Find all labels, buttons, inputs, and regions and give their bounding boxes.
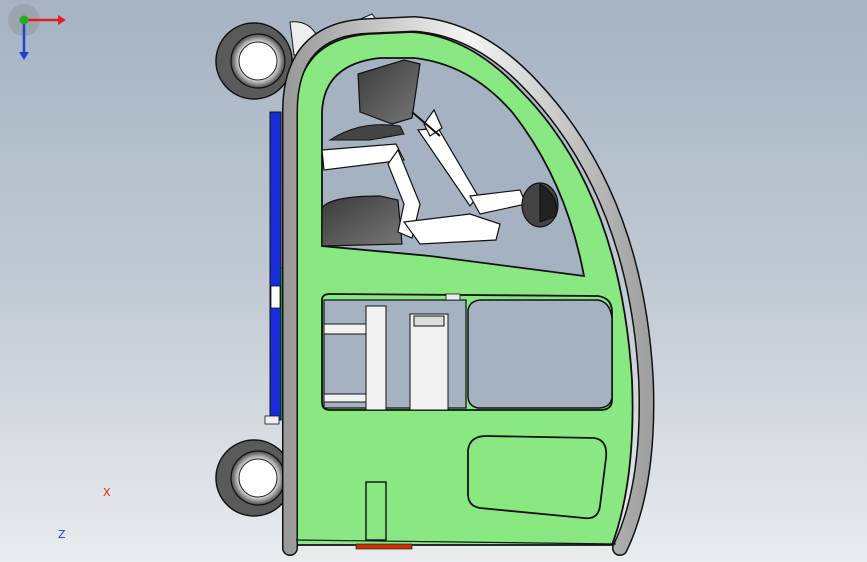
bumper-mount [264, 415, 280, 425]
seat-cushion [321, 195, 403, 247]
rear-wheel [215, 439, 293, 517]
door-handle[interactable] [365, 481, 387, 541]
z-axis-label: Z [58, 528, 66, 541]
coordinate-triad [8, 4, 66, 60]
y-axis-dot [19, 15, 29, 25]
side-bumper [269, 111, 282, 421]
undercarriage-part [355, 543, 413, 550]
door-latch[interactable] [445, 293, 461, 301]
front-wheel [215, 22, 293, 100]
door-window [467, 299, 613, 409]
x-axis-label: X [103, 486, 111, 499]
cad-viewport[interactable]: X Z [0, 0, 867, 562]
bumper-reflector [270, 285, 281, 309]
lower-panel-cutout [467, 435, 608, 520]
vehicle-model[interactable] [0, 0, 867, 562]
